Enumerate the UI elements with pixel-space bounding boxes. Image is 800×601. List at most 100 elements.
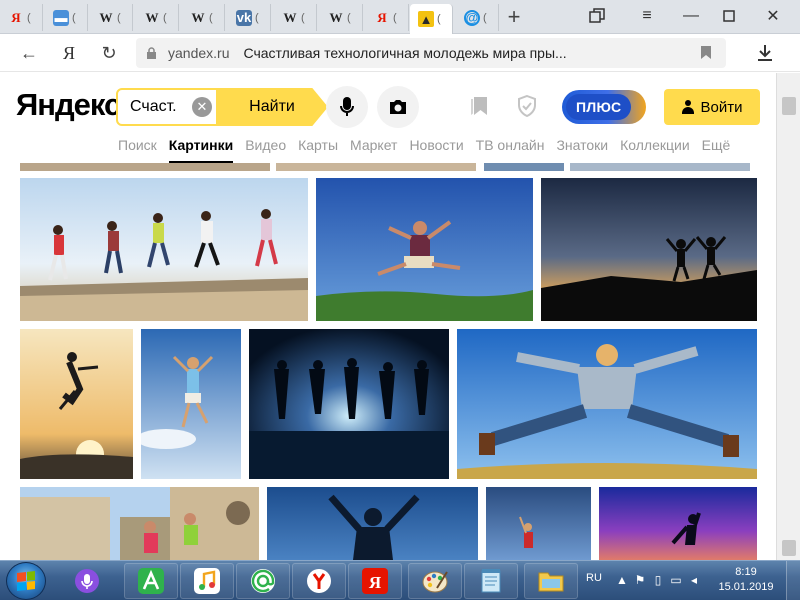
bookmark-icon[interactable] (700, 45, 714, 61)
paint-icon[interactable] (408, 563, 462, 599)
tab-yandex-2[interactable]: Я( (366, 4, 409, 31)
tab-mail[interactable]: @( (456, 4, 499, 31)
tab-news[interactable]: Новости (409, 137, 463, 153)
image-result-man-arms-up[interactable] (267, 487, 478, 560)
start-button[interactable] (6, 562, 46, 600)
new-tab-button[interactable]: + (500, 4, 528, 30)
image-result-boy-spread-jump[interactable] (457, 329, 757, 479)
tab-wikipedia-5[interactable]: W( (320, 4, 363, 31)
image-result-girl-sunset-jump[interactable] (20, 329, 133, 479)
tab-title: ( (255, 11, 259, 24)
image-result-boy-jumping-sky[interactable] (316, 178, 533, 321)
address-bar: ← Я ↻ yandex.ru Счастливая технологичная… (0, 34, 800, 72)
page-scrollbar[interactable] (776, 73, 800, 560)
tab-title: ( (163, 11, 167, 24)
tab-vk[interactable]: vk( (228, 4, 271, 31)
download-icon[interactable] (752, 40, 778, 66)
clock-date: 15.01.2019 (718, 581, 774, 593)
tab-market[interactable]: Маркет (350, 137, 397, 153)
back-arrow-icon[interactable]: ← (16, 40, 42, 66)
windows-taskbar: Я RU ▲ ⚑ ▯ ▭ ◂ 8:19 15.01.2019 (0, 560, 800, 601)
close-icon[interactable]: ✕ (758, 4, 788, 28)
image-result-silhouette-purple[interactable] (599, 487, 757, 560)
reload-icon[interactable]: ↻ (96, 40, 122, 66)
network-icon[interactable]: ▭ (667, 573, 685, 587)
image-row-remnant (484, 163, 564, 171)
collections-bookmark-icon[interactable] (466, 93, 492, 119)
lock-icon (144, 46, 158, 60)
yandex-launcher-icon[interactable] (124, 563, 178, 599)
url-field[interactable]: yandex.ru Счастливая технологичная молод… (136, 38, 726, 68)
yandex-app-icon[interactable]: Я (348, 563, 402, 599)
maximize-icon[interactable] (714, 4, 744, 28)
alice-assistant-icon[interactable] (60, 563, 114, 599)
wikipedia-favicon: W (329, 9, 343, 25)
plus-badge[interactable]: ПЛЮС (562, 90, 646, 124)
volume-icon[interactable]: ◂ (685, 573, 703, 587)
image-result-silhouettes-sunset[interactable] (541, 178, 757, 321)
tab-wikipedia-2[interactable]: W( (136, 4, 179, 31)
device-icon[interactable]: ▯ (649, 573, 667, 587)
notepad-icon[interactable] (464, 563, 518, 599)
menu-icon[interactable]: ≡ (632, 4, 662, 28)
voice-search-button[interactable] (326, 86, 368, 128)
tab-images[interactable]: Картинки (168, 137, 234, 164)
language-indicator[interactable]: RU (586, 572, 602, 584)
tab-manager-icon[interactable] (582, 4, 612, 28)
shield-icon[interactable] (514, 93, 540, 119)
yandex-browser-icon[interactable] (292, 563, 346, 599)
system-clock[interactable]: 8:19 15.01.2019 (716, 565, 776, 595)
tab-maps[interactable]: Карты (298, 137, 338, 153)
image-result-group-jumping[interactable] (20, 178, 308, 321)
tab-yandex[interactable]: Я( (0, 4, 43, 31)
system-tray: ▲ ⚑ ▯ ▭ ◂ (613, 573, 703, 587)
image-row-remnant (20, 163, 270, 171)
image-row-remnant (276, 163, 476, 171)
yandex-home-icon[interactable]: Я (56, 40, 82, 66)
tab-search[interactable]: Поиск (118, 137, 157, 153)
image-result-man-jumping-dusk[interactable] (486, 487, 591, 560)
mail-favicon: @ (464, 9, 480, 26)
tab-wikipedia-3[interactable]: W( (182, 4, 225, 31)
tab-title: ( (117, 11, 121, 24)
search-button[interactable]: Найти (216, 88, 328, 126)
yandex-favicon: Я (377, 9, 387, 25)
clock-time: 8:19 (735, 566, 757, 578)
show-desktop-button[interactable] (786, 561, 800, 601)
tab-wikipedia-4[interactable]: W( (274, 4, 317, 31)
tab-collections[interactable]: Коллекции (620, 137, 690, 153)
image-result-girl-jumping-sky[interactable] (141, 329, 241, 479)
tab-znatoki[interactable]: Знатоки (556, 137, 608, 153)
yandex-logo[interactable]: Яндекс (16, 87, 121, 123)
plus-label: ПЛЮС (566, 94, 632, 120)
login-button[interactable]: Войти (664, 89, 760, 125)
image-result-silhouettes-night[interactable] (249, 329, 449, 479)
tab-images-active[interactable]: ▲( (410, 4, 453, 34)
image-result-kids-building[interactable] (20, 487, 259, 560)
svg-text:Я: Я (369, 573, 381, 592)
user-icon (681, 100, 694, 114)
tab-title: ( (209, 11, 213, 24)
show-hidden-icons-icon[interactable]: ▲ (613, 573, 631, 587)
search-input[interactable] (130, 98, 186, 116)
scrollbar-thumb[interactable] (782, 97, 796, 115)
service-tabs: Поиск Картинки Видео Карты Маркет Новост… (118, 137, 742, 164)
tab-chat[interactable]: ▬( (45, 4, 88, 31)
clear-search-icon[interactable]: ✕ (192, 97, 212, 117)
image-search-button[interactable] (377, 86, 419, 128)
file-explorer-icon[interactable] (524, 563, 578, 599)
minimize-icon[interactable]: — (676, 4, 706, 28)
tab-wikipedia-1[interactable]: W( (90, 4, 133, 31)
page-title: Счастливая технологичная молодежь мира п… (243, 45, 567, 61)
login-label: Войти (700, 98, 743, 116)
scrollbar-down-arrow[interactable] (782, 540, 796, 556)
tab-video[interactable]: Видео (245, 137, 286, 153)
action-center-flag-icon[interactable]: ⚑ (631, 573, 649, 587)
music-icon[interactable] (180, 563, 234, 599)
tab-title: ( (301, 11, 305, 24)
tab-more[interactable]: Ещё (702, 137, 731, 153)
yandex-header: Яндекс ✕ Найти ПЛЮС Войти Поиск Картинки… (0, 73, 770, 164)
tab-tv-online[interactable]: ТВ онлайн (476, 137, 545, 153)
mail-agent-icon[interactable] (236, 563, 290, 599)
tab-title: ( (27, 11, 31, 24)
